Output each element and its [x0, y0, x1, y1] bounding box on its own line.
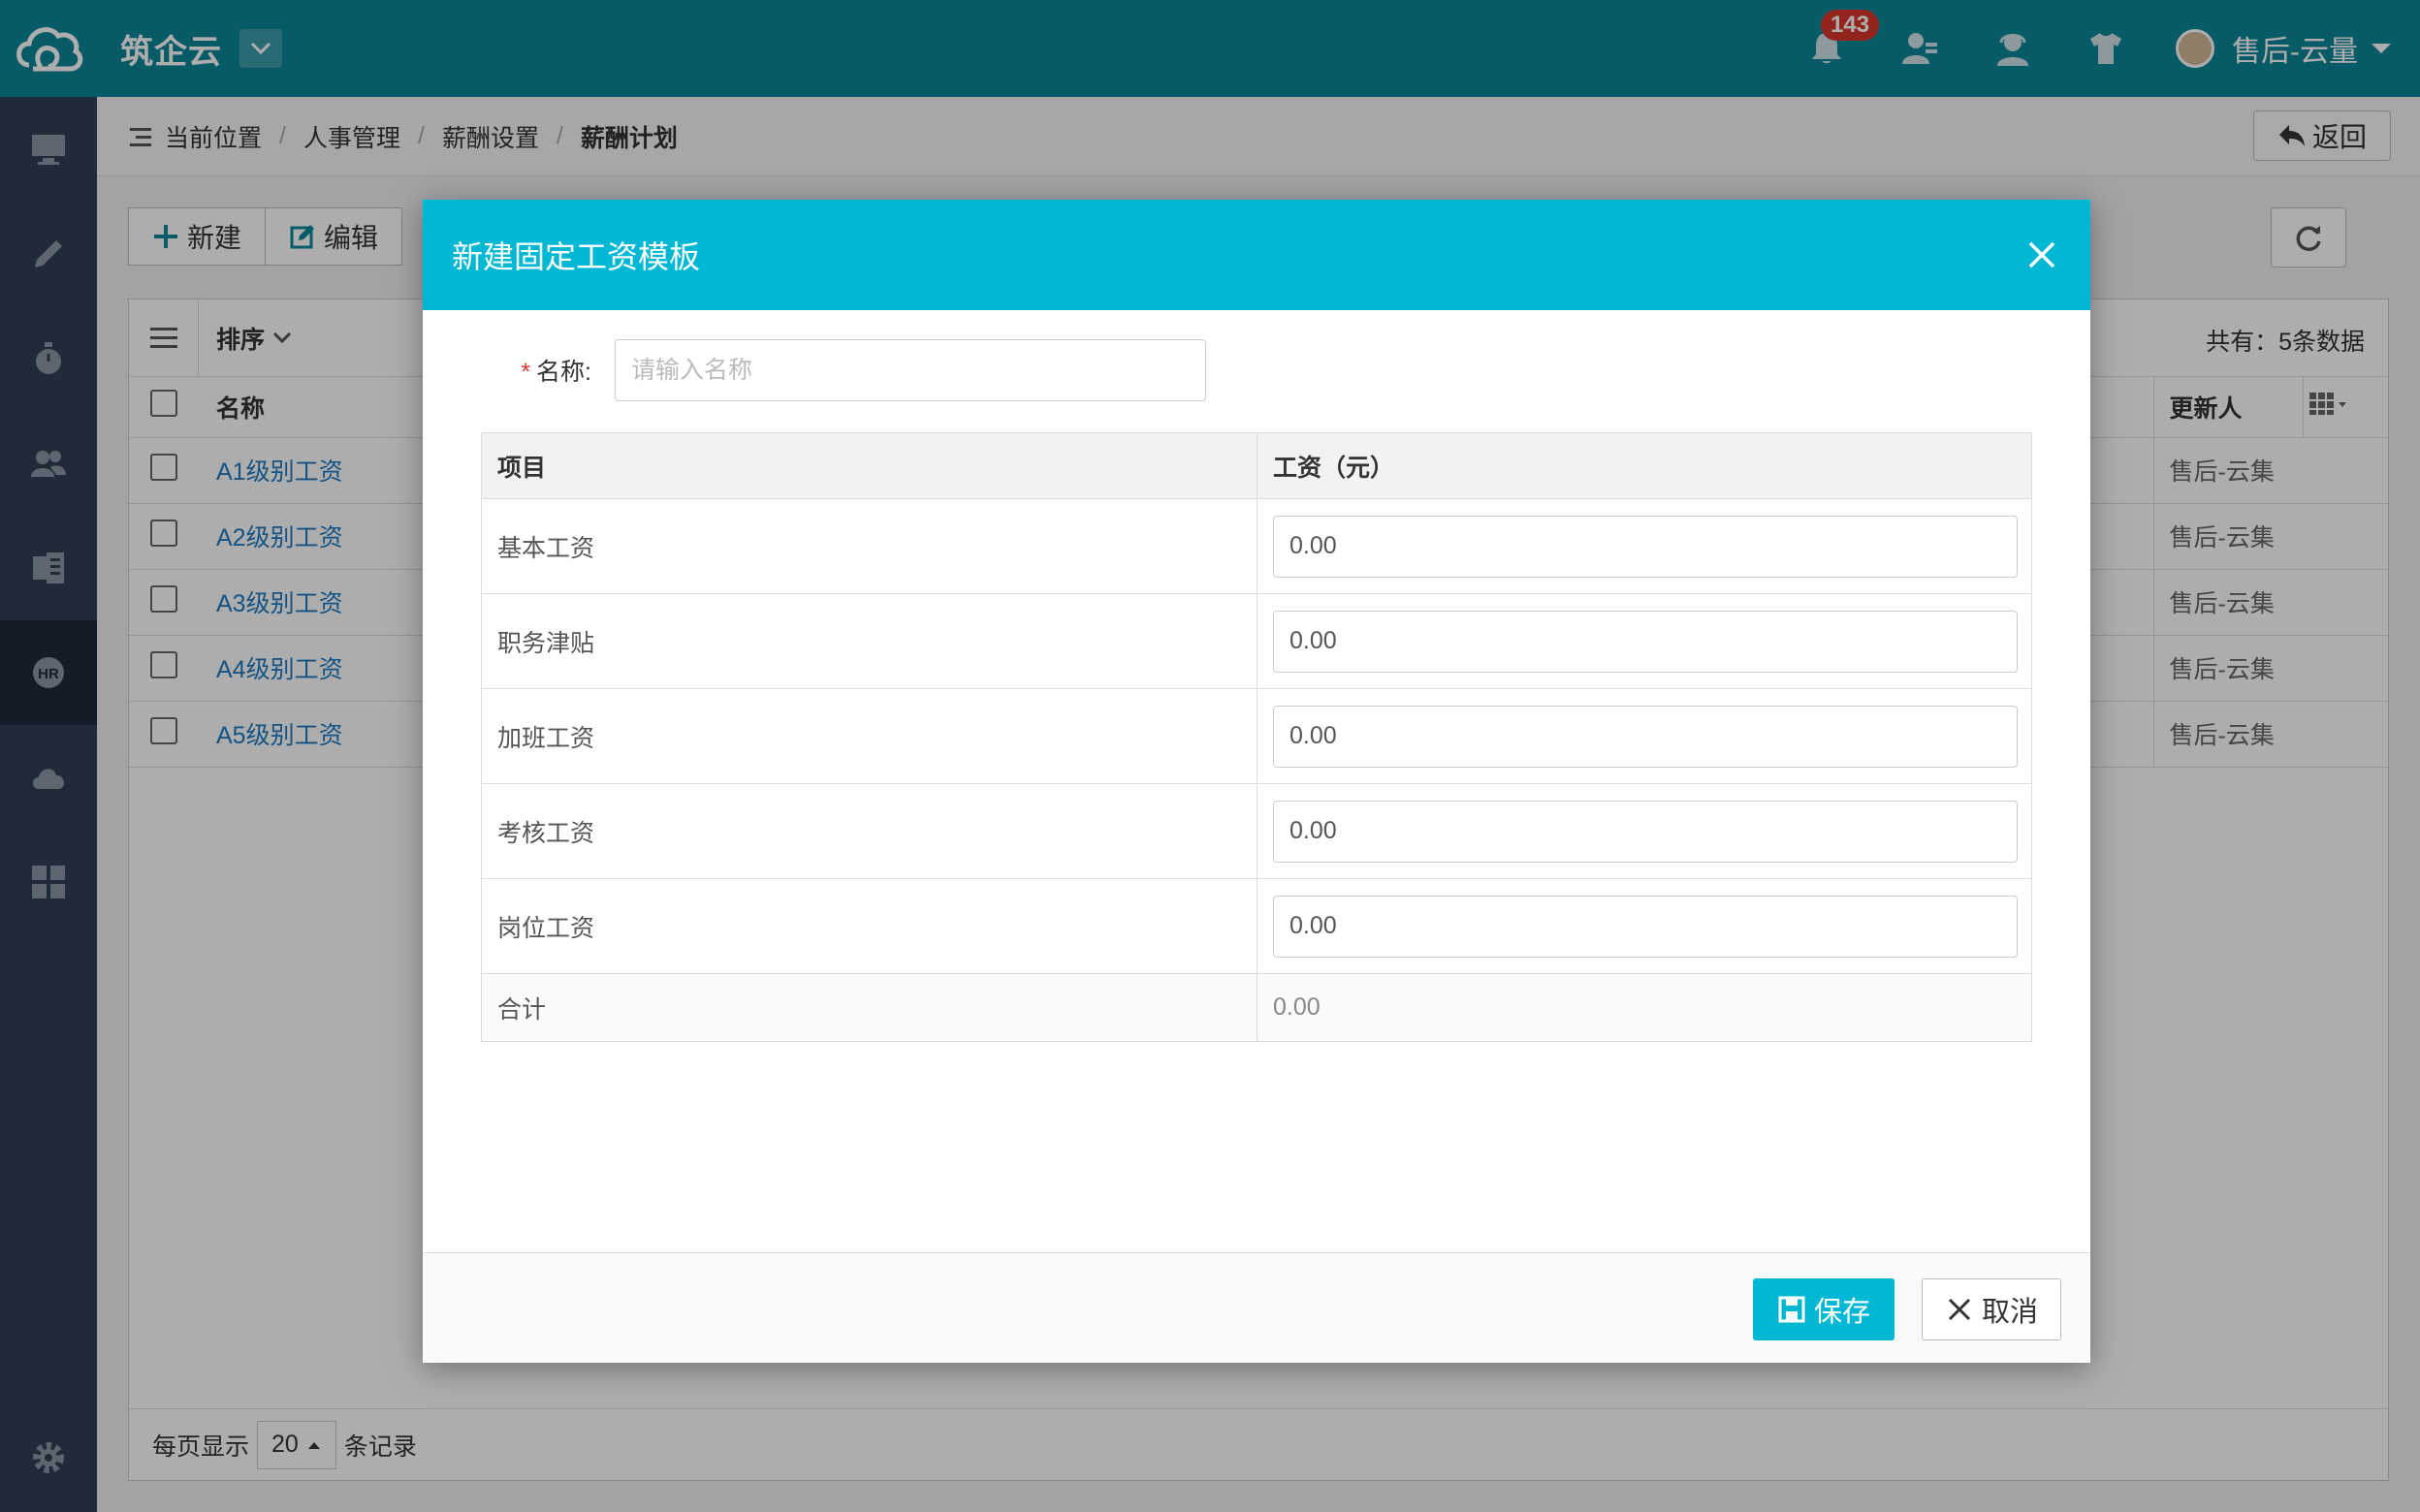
salary-items-table: 项目 工资（元） 基本工资 职务津贴 加班工资 考核工资 岗位工资 合计 0.0… [481, 432, 2032, 1042]
salary-row: 加班工资 [481, 688, 2032, 784]
overtime-pay-input[interactable] [1273, 705, 2018, 768]
salary-row: 岗位工资 [481, 878, 2032, 974]
salary-item-label: 考核工资 [481, 783, 1258, 879]
salary-row: 职务津贴 [481, 593, 2032, 689]
dialog-footer: 保存 取消 [423, 1252, 2090, 1363]
salary-table-header: 项目 工资（元） [481, 432, 2032, 499]
new-salary-template-dialog: 新建固定工资模板 *名称: 项目 工资（元） 基本工资 职务津贴 加班工资 考核… [423, 200, 2090, 1363]
cancel-button[interactable]: 取消 [1922, 1278, 2061, 1340]
total-label: 合计 [481, 973, 1258, 1042]
position-allowance-input[interactable] [1273, 610, 2018, 673]
name-field-row: * 名称: [423, 339, 2090, 401]
assessment-pay-input[interactable] [1273, 800, 2018, 863]
name-input[interactable] [615, 339, 1206, 401]
salary-item-label: 岗位工资 [481, 878, 1258, 974]
cancel-label: 取消 [1981, 1297, 2038, 1328]
dialog-header: 新建固定工资模板 [423, 200, 2090, 310]
salary-row: 基本工资 [481, 498, 2032, 594]
basic-salary-input[interactable] [1273, 515, 2018, 578]
total-value: 0.00 [1257, 973, 2032, 1042]
post-salary-input[interactable] [1273, 895, 2018, 958]
salary-row: 考核工资 [481, 783, 2032, 879]
salary-item-label: 加班工资 [481, 688, 1258, 784]
salary-total-row: 合计 0.00 [481, 973, 2032, 1042]
save-button[interactable]: 保存 [1753, 1278, 1895, 1340]
close-icon [1948, 1298, 1971, 1321]
close-icon[interactable] [2022, 236, 2061, 274]
save-label: 保存 [1813, 1297, 1870, 1328]
dialog-title: 新建固定工资模板 [452, 239, 701, 274]
column-header-salary: 工资（元） [1257, 432, 2032, 499]
salary-item-label: 职务津贴 [481, 593, 1258, 689]
name-label: * 名称: [521, 359, 591, 386]
column-header-item: 项目 [481, 432, 1258, 499]
salary-item-label: 基本工资 [481, 498, 1258, 594]
floppy-disk-icon [1778, 1296, 1805, 1323]
